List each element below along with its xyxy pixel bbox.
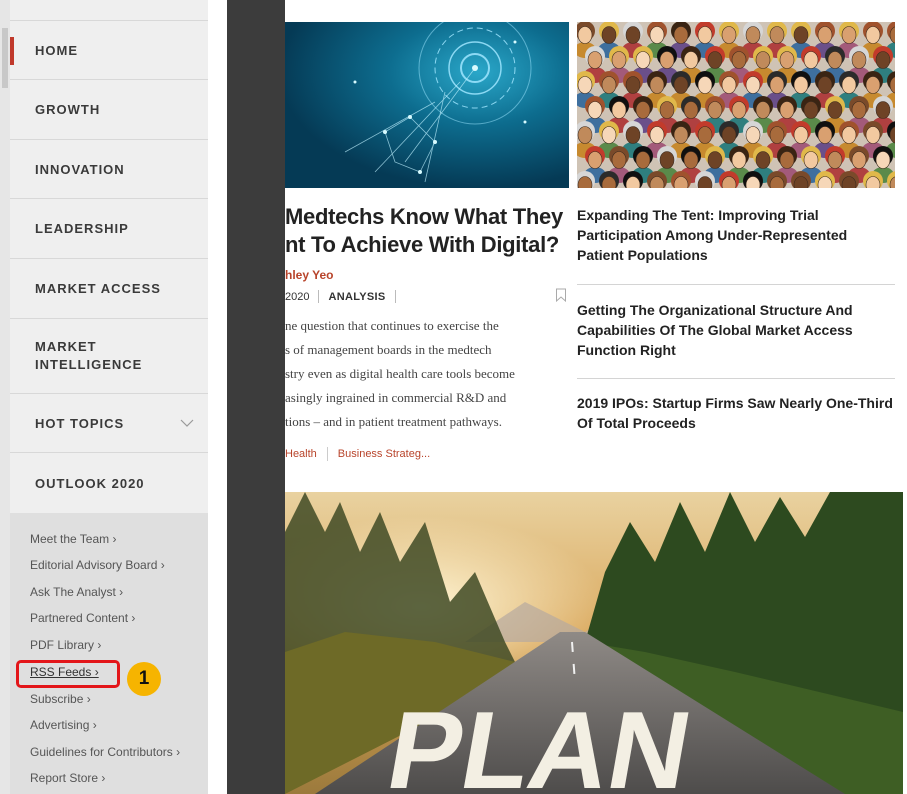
road-plan-text: PLAN — [379, 690, 700, 794]
link-partnered-content[interactable]: Partnered Content › — [30, 611, 135, 625]
crowd-illustration-image[interactable] — [577, 22, 895, 188]
tag-health[interactable]: Health — [285, 448, 317, 460]
chevron-down-icon[interactable] — [180, 416, 194, 433]
summary-line: tions – and in patient treatment pathway… — [285, 414, 502, 429]
nav-item-market-access[interactable]: MARKET ACCESS — [10, 259, 208, 319]
nav-item-label: MARKET ACCESS — [35, 281, 161, 296]
tag-business-strategy[interactable]: Business Strateg... — [338, 448, 430, 460]
link-ask-the-analyst[interactable]: Ask The Analyst › — [30, 585, 123, 599]
article-divider — [577, 284, 895, 285]
featured-article-headline[interactable]: Medtechs Know What They nt To Achieve Wi… — [285, 203, 565, 259]
article-date: 2020 — [285, 290, 310, 303]
link-report-store[interactable]: Report Store › — [30, 771, 105, 785]
side-article-title[interactable]: Getting The Organizational Structure And… — [577, 300, 895, 360]
meta-separator — [394, 290, 396, 303]
meta-separator — [318, 290, 320, 303]
nav-item-outlook-2020[interactable]: OUTLOOK 2020 — [10, 453, 208, 514]
nav-item-label: GROWTH — [35, 102, 101, 117]
side-article-title[interactable]: 2019 IPOs: Startup Firms Saw Nearly One-… — [577, 393, 895, 433]
summary-line: s of management boards in the medtech — [285, 342, 492, 357]
bookmark-icon[interactable] — [555, 288, 567, 307]
nav-item-label: HOME — [35, 42, 78, 58]
page-scrollbar[interactable] — [0, 0, 10, 794]
link-subscribe[interactable]: Subscribe › — [30, 692, 91, 706]
nav-item-hot-topics[interactable]: HOT TOPICS — [10, 394, 208, 453]
article-summary: ne question that continues to exercise t… — [285, 314, 547, 434]
rss-highlight-box — [16, 660, 120, 688]
headline-line: nt To Achieve With Digital? — [285, 232, 560, 257]
link-advertising[interactable]: Advertising › — [30, 718, 97, 732]
link-editorial-advisory-board[interactable]: Editorial Advisory Board › — [30, 558, 165, 572]
side-article-title[interactable]: Expanding The Tent: Improving Trial Part… — [577, 205, 895, 265]
road-plan-image[interactable]: PLAN — [285, 492, 903, 794]
article-meta: 2020 ANALYSIS — [285, 290, 405, 303]
step-badge: 1 — [127, 662, 161, 696]
nav-item-label: OUTLOOK 2020 — [35, 475, 145, 491]
link-meet-the-team[interactable]: Meet the Team › — [30, 532, 116, 546]
page-gutter — [227, 0, 285, 794]
featured-article-image[interactable] — [285, 22, 569, 188]
summary-line: asingly ingrained in commercial R&D and — [285, 390, 507, 405]
main-nav: HOME GROWTH INNOVATION LEADERSHIP MARKET… — [10, 20, 208, 514]
nav-item-label: MARKET INTELLIGENCE — [35, 339, 143, 372]
nav-item-market-intelligence[interactable]: MARKET INTELLIGENCE — [10, 319, 208, 394]
nav-item-label: LEADERSHIP — [35, 221, 129, 236]
scrollbar-thumb[interactable] — [2, 28, 8, 88]
link-guidelines-for-contributors[interactable]: Guidelines for Contributors › — [30, 745, 180, 759]
nav-item-label: HOT TOPICS — [35, 415, 125, 431]
nav-item-growth[interactable]: GROWTH — [10, 80, 208, 140]
nav-item-innovation[interactable]: INNOVATION — [10, 140, 208, 199]
nav-item-home[interactable]: HOME — [10, 21, 208, 80]
summary-line: stry even as digital health care tools b… — [285, 366, 515, 381]
author-name[interactable]: hley Yeo — [285, 268, 333, 282]
tag-separator — [326, 447, 328, 461]
nav-item-leadership[interactable]: LEADERSHIP — [10, 199, 208, 259]
article-tags: Health Business Strateg... — [285, 447, 430, 461]
nav-item-label: INNOVATION — [35, 161, 125, 177]
summary-line: ne question that continues to exercise t… — [285, 318, 499, 333]
article-type: ANALYSIS — [328, 290, 386, 303]
headline-line: Medtechs Know What They — [285, 204, 563, 229]
link-pdf-library[interactable]: PDF Library › — [30, 638, 101, 652]
article-divider — [577, 378, 895, 379]
